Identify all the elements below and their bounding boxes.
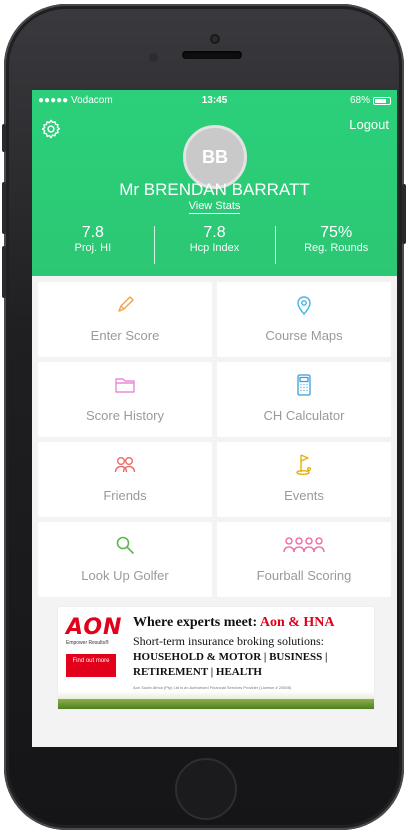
app-screen: ●●●●● Vodacom 13:45 68% Logout BB Mr BRE… (32, 90, 397, 747)
status-time: 13:45 (201, 95, 228, 106)
proximity-sensor (149, 53, 158, 62)
events-button[interactable]: Events (217, 442, 391, 517)
stat-value: 7.8 (81, 224, 104, 241)
calculator-icon (297, 374, 311, 396)
power-button (402, 184, 406, 244)
ad-fine-print: Aon South Africa (Pty) Ltd is an Authori… (133, 685, 292, 690)
map-pin-icon (297, 296, 311, 316)
ch-calculator-button[interactable]: CH Calculator (217, 362, 391, 437)
search-icon (116, 536, 134, 554)
tile-label: Events (284, 488, 324, 503)
home-button[interactable] (175, 758, 237, 820)
phone-frame: ●●●●● Vodacom 13:45 68% Logout BB Mr BRE… (2, 4, 406, 830)
stat-proj-hi: 7.8 Proj. HI (32, 224, 154, 268)
stat-value: 75% (320, 224, 353, 241)
pencil-icon (118, 296, 134, 312)
aon-tagline: Empower Results® (66, 640, 109, 646)
tile-label: Look Up Golfer (81, 568, 169, 583)
find-out-more-button[interactable]: Find out more (66, 654, 116, 677)
view-stats-label: View Stats (188, 200, 241, 214)
status-bar: ●●●●● Vodacom 13:45 68% (32, 95, 397, 109)
view-stats-link[interactable]: View Stats (32, 200, 397, 214)
fourball-icon (283, 537, 325, 553)
course-maps-button[interactable]: Course Maps (217, 282, 391, 357)
stat-reg-rounds: 75% Reg. Rounds (275, 224, 397, 268)
battery-status: 68% (350, 95, 391, 106)
earpiece-speaker (182, 51, 242, 59)
volume-up-button (2, 182, 6, 234)
stat-label: Reg. Rounds (304, 242, 369, 254)
folder-icon (115, 378, 135, 393)
settings-gear-icon[interactable] (40, 118, 62, 140)
friends-icon (114, 456, 136, 473)
user-name: Mr BRENDAN BARRATT (119, 180, 310, 199)
ad-headline-highlight: Aon & HNA (259, 615, 335, 630)
front-camera (210, 34, 220, 44)
fourball-scoring-button[interactable]: Fourball Scoring (217, 522, 391, 597)
tile-label: Fourball Scoring (256, 568, 352, 583)
volume-down-button (2, 246, 6, 298)
tile-label: Score History (85, 408, 165, 423)
avatar-initials: BB (202, 146, 228, 167)
logout-button[interactable]: Logout (349, 117, 389, 132)
profile-header: ●●●●● Vodacom 13:45 68% Logout BB Mr BRE… (32, 90, 397, 276)
tile-label: Friends (103, 488, 147, 503)
tile-label: CH Calculator (263, 408, 345, 423)
aon-logo: AON (66, 615, 123, 640)
ad-sky-strip (58, 691, 374, 699)
mute-switch (2, 124, 6, 152)
ad-services-line-2: RETIREMENT | HEALTH (133, 666, 262, 678)
ad-headline-prefix: Where experts meet: (133, 615, 260, 630)
ad-subheadline: Short-term insurance broking solutions: (133, 634, 324, 648)
menu-grid: Enter Score Course Maps Score History CH… (38, 282, 391, 597)
ad-services-line-1: HOUSEHOLD & MOTOR | BUSINESS | (133, 651, 328, 663)
battery-percent: 68% (349, 95, 370, 106)
aon-advert-banner[interactable]: AON Empower Results® Find out more Where… (57, 606, 375, 710)
look-up-golfer-button[interactable]: Look Up Golfer (38, 522, 212, 597)
enter-score-button[interactable]: Enter Score (38, 282, 212, 357)
stat-label: Proj. HI (74, 242, 112, 254)
tile-label: Enter Score (90, 328, 160, 343)
battery-icon (373, 96, 391, 105)
score-history-button[interactable]: Score History (38, 362, 212, 437)
stats-row: 7.8 Proj. HI 7.8 Hcp Index 75% Reg. Roun… (32, 224, 397, 268)
golf-flag-icon (296, 454, 312, 476)
friends-button[interactable]: Friends (38, 442, 212, 517)
ad-grass-strip (58, 699, 374, 709)
stat-hcp-index: 7.8 Hcp Index (153, 224, 276, 268)
tile-label: Course Maps (265, 328, 343, 343)
stat-value: 7.8 (203, 224, 226, 241)
stat-label: Hcp Index (189, 242, 240, 254)
ad-headline: Where experts meet: Aon & HNA (133, 615, 335, 631)
